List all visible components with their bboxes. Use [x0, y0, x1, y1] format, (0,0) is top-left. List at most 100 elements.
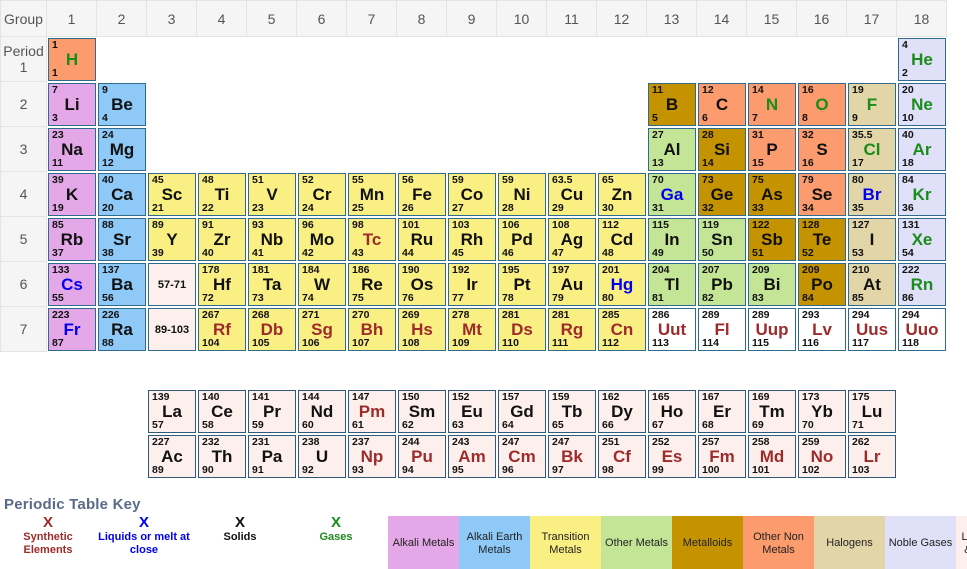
element-cell-Ba[interactable]: 137 Ba 56 [98, 263, 146, 306]
element-cell-Eu[interactable]: 152 Eu 63 [448, 390, 496, 433]
element-cell-Tc[interactable]: 98 Tc 43 [348, 218, 396, 261]
category-legend-item[interactable]: Lanthanides & Actinides [956, 516, 967, 569]
element-cell-Sr[interactable]: 88 Sr 38 [98, 218, 146, 261]
element-cell-Li[interactable]: 7 Li 3 [48, 83, 96, 126]
category-legend-item[interactable]: Other Non Metals [743, 516, 814, 569]
element-cell-Mg[interactable]: 24 Mg 12 [98, 128, 146, 171]
element-cell-Mn[interactable]: 55 Mn 25 [348, 173, 396, 216]
element-cell-Cf[interactable]: 251 Cf 98 [598, 435, 646, 478]
element-cell-Al[interactable]: 27 Al 13 [648, 128, 696, 171]
element-cell-Ru[interactable]: 101 Ru 44 [398, 218, 446, 261]
element-cell-Nb[interactable]: 93 Nb 41 [248, 218, 296, 261]
element-cell-Sm[interactable]: 150 Sm 62 [398, 390, 446, 433]
element-cell-Uus[interactable]: 294 Uus 117 [848, 308, 896, 351]
element-cell-F[interactable]: 19 F 9 [848, 83, 896, 126]
element-cell-Ac[interactable]: 227 Ac 89 [148, 435, 196, 478]
element-cell-Pb[interactable]: 207 Pb 82 [698, 263, 746, 306]
element-cell-Zr[interactable]: 91 Zr 40 [198, 218, 246, 261]
element-cell-Uut[interactable]: 286 Uut 113 [648, 308, 696, 351]
element-cell-Sn[interactable]: 119 Sn 50 [698, 218, 746, 261]
element-cell-Fe[interactable]: 56 Fe 26 [398, 173, 446, 216]
element-cell-Dy[interactable]: 162 Dy 66 [598, 390, 646, 433]
element-cell-Te[interactable]: 128 Te 52 [798, 218, 846, 261]
element-cell-Lu[interactable]: 175 Lu 71 [848, 390, 896, 433]
element-cell-N[interactable]: 14 N 7 [748, 83, 796, 126]
element-cell-Lr[interactable]: 262 Lr 103 [848, 435, 896, 478]
element-cell-Cn[interactable]: 285 Cn 112 [598, 308, 646, 351]
element-cell-Rb[interactable]: 85 Rb 37 [48, 218, 96, 261]
element-cell-Po[interactable]: 209 Po 84 [798, 263, 846, 306]
element-cell-S[interactable]: 32 S 16 [798, 128, 846, 171]
element-cell-Tm[interactable]: 169 Tm 69 [748, 390, 796, 433]
element-cell-Cr[interactable]: 52 Cr 24 [298, 173, 346, 216]
element-cell-V[interactable]: 51 V 23 [248, 173, 296, 216]
element-cell-Xe[interactable]: 131 Xe 54 [898, 218, 946, 261]
series-placeholder-57-71[interactable]: 57-71 [148, 263, 196, 306]
element-cell-Bi[interactable]: 209 Bi 83 [748, 263, 796, 306]
element-cell-Pr[interactable]: 141 Pr 59 [248, 390, 296, 433]
element-cell-As[interactable]: 75 As 33 [748, 173, 796, 216]
element-cell-Cm[interactable]: 247 Cm 96 [498, 435, 546, 478]
element-cell-Cl[interactable]: 35.5 Cl 17 [848, 128, 896, 171]
category-legend-item[interactable]: Halogens [814, 516, 885, 569]
element-cell-W[interactable]: 184 W 74 [298, 263, 346, 306]
element-cell-Be[interactable]: 9 Be 4 [98, 83, 146, 126]
element-cell-Np[interactable]: 237 Np 93 [348, 435, 396, 478]
element-cell-Ra[interactable]: 226 Ra 88 [98, 308, 146, 351]
element-cell-Mt[interactable]: 278 Mt 109 [448, 308, 496, 351]
element-cell-Ne[interactable]: 20 Ne 10 [898, 83, 946, 126]
element-cell-Co[interactable]: 59 Co 27 [448, 173, 496, 216]
element-cell-Sb[interactable]: 122 Sb 51 [748, 218, 796, 261]
element-cell-Am[interactable]: 243 Am 95 [448, 435, 496, 478]
element-cell-K[interactable]: 39 K 19 [48, 173, 96, 216]
element-cell-At[interactable]: 210 At 85 [848, 263, 896, 306]
element-cell-Th[interactable]: 232 Th 90 [198, 435, 246, 478]
element-cell-Se[interactable]: 79 Se 34 [798, 173, 846, 216]
element-cell-Md[interactable]: 258 Md 101 [748, 435, 796, 478]
element-cell-Cs[interactable]: 133 Cs 55 [48, 263, 96, 306]
series-placeholder-89-103[interactable]: 89-103 [148, 308, 196, 351]
element-cell-Pd[interactable]: 106 Pd 46 [498, 218, 546, 261]
element-cell-Hs[interactable]: 269 Hs 108 [398, 308, 446, 351]
element-cell-Os[interactable]: 190 Os 76 [398, 263, 446, 306]
category-legend-item[interactable]: Alkali Metals [388, 516, 459, 569]
category-legend-item[interactable]: Alkali Earth Metals [459, 516, 530, 569]
element-cell-Ho[interactable]: 165 Ho 67 [648, 390, 696, 433]
category-legend-item[interactable]: Metalloids [672, 516, 743, 569]
element-cell-Pt[interactable]: 195 Pt 78 [498, 263, 546, 306]
element-cell-Bk[interactable]: 247 Bk 97 [548, 435, 596, 478]
element-cell-Rh[interactable]: 103 Rh 45 [448, 218, 496, 261]
element-cell-Ta[interactable]: 181 Ta 73 [248, 263, 296, 306]
element-cell-Tb[interactable]: 159 Tb 65 [548, 390, 596, 433]
element-cell-Na[interactable]: 23 Na 11 [48, 128, 96, 171]
element-cell-Fr[interactable]: 223 Fr 87 [48, 308, 96, 351]
element-cell-Db[interactable]: 268 Db 105 [248, 308, 296, 351]
element-cell-Rn[interactable]: 222 Rn 86 [898, 263, 946, 306]
element-cell-H[interactable]: 1H1 [48, 38, 96, 81]
element-cell-B[interactable]: 11 B 5 [648, 83, 696, 126]
element-cell-Yb[interactable]: 173 Yb 70 [798, 390, 846, 433]
element-cell-Sc[interactable]: 45 Sc 21 [148, 173, 196, 216]
element-cell-Fm[interactable]: 257 Fm 100 [698, 435, 746, 478]
element-cell-Bh[interactable]: 270 Bh 107 [348, 308, 396, 351]
element-cell-U[interactable]: 238 U 92 [298, 435, 346, 478]
element-cell-Re[interactable]: 186 Re 75 [348, 263, 396, 306]
element-cell-Y[interactable]: 89 Y 39 [148, 218, 196, 261]
element-cell-Cd[interactable]: 112 Cd 48 [598, 218, 646, 261]
element-cell-Mo[interactable]: 96 Mo 42 [298, 218, 346, 261]
element-cell-Br[interactable]: 80 Br 35 [848, 173, 896, 216]
element-cell-Ag[interactable]: 108 Ag 47 [548, 218, 596, 261]
element-cell-Fl[interactable]: 289 Fl 114 [698, 308, 746, 351]
element-cell-Gd[interactable]: 157 Gd 64 [498, 390, 546, 433]
element-cell-Ds[interactable]: 281 Ds 110 [498, 308, 546, 351]
element-cell-Tl[interactable]: 204 Tl 81 [648, 263, 696, 306]
element-cell-Pm[interactable]: 147 Pm 61 [348, 390, 396, 433]
element-cell-P[interactable]: 31 P 15 [748, 128, 796, 171]
element-cell-Cu[interactable]: 63.5 Cu 29 [548, 173, 596, 216]
element-cell-Hg[interactable]: 201 Hg 80 [598, 263, 646, 306]
element-cell-O[interactable]: 16 O 8 [798, 83, 846, 126]
element-cell-Nd[interactable]: 144 Nd 60 [298, 390, 346, 433]
element-cell-Ca[interactable]: 40 Ca 20 [98, 173, 146, 216]
element-cell-La[interactable]: 139 La 57 [148, 390, 196, 433]
element-cell-Er[interactable]: 167 Er 68 [698, 390, 746, 433]
